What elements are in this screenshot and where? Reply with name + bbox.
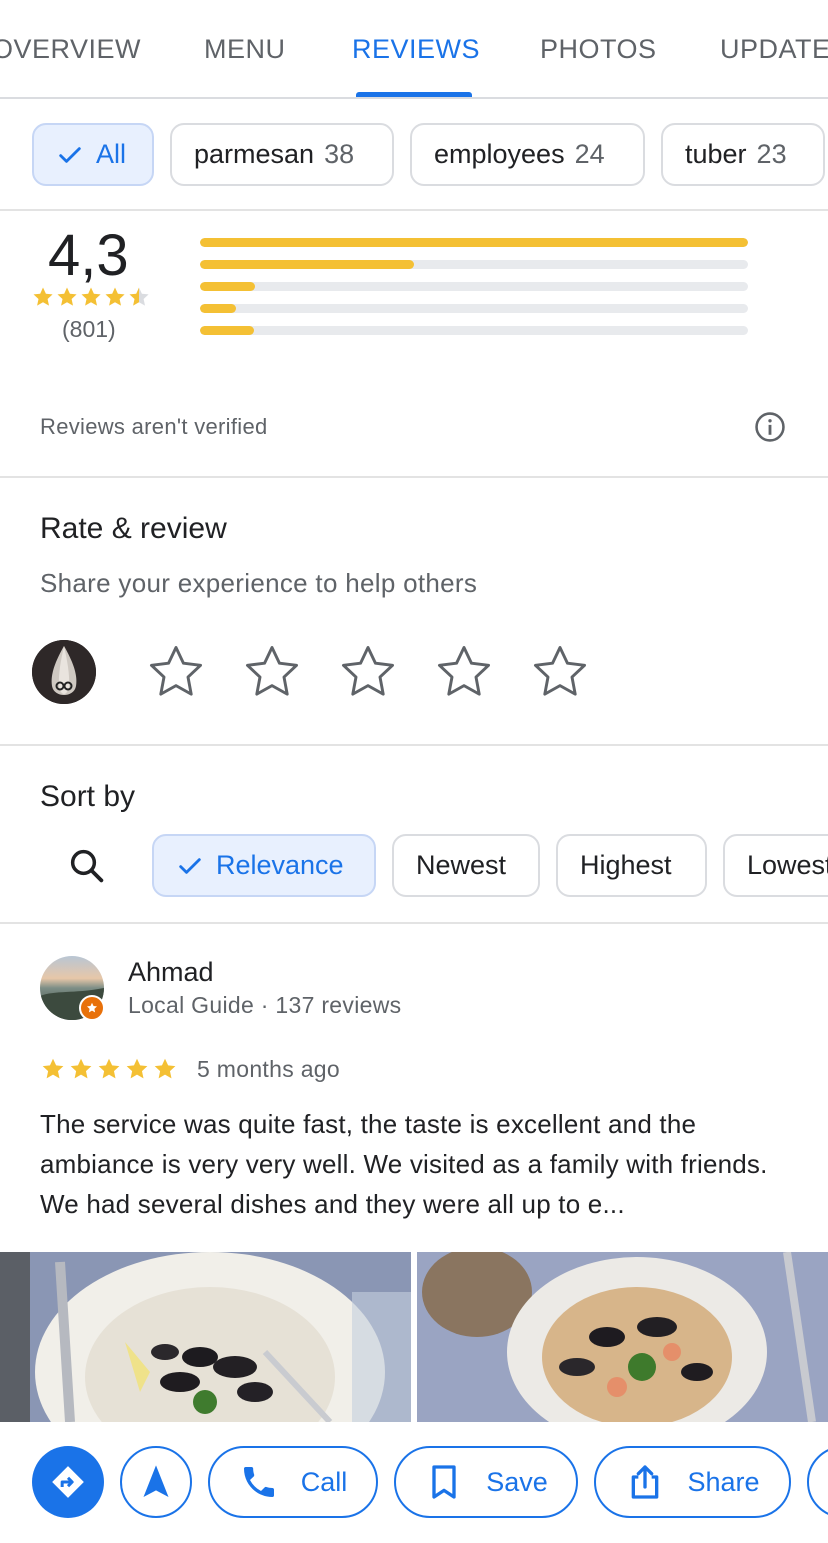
call-label: Call (300, 1466, 348, 1497)
review-date: 5 months ago (197, 1056, 340, 1082)
start-navigation-button[interactable] (120, 1446, 192, 1518)
chip-employees[interactable]: employees 24 (410, 123, 645, 186)
review-stars (40, 1056, 178, 1082)
tab-overview[interactable]: OVERVIEW (0, 34, 141, 65)
share-button[interactable]: Share (594, 1446, 791, 1518)
average-rating: 4,3 (48, 223, 129, 288)
seafood-pasta-photo (417, 1252, 828, 1422)
rating-bar-fill (200, 238, 748, 247)
info-icon[interactable] (753, 410, 787, 444)
star-icon (57, 287, 77, 306)
bookmark-icon (432, 1465, 456, 1499)
star-icon (42, 1058, 64, 1079)
rate-star-4-icon[interactable] (432, 640, 496, 704)
chip-label: Newest (416, 850, 507, 880)
star-icon (105, 287, 125, 306)
directions-icon (52, 1466, 84, 1498)
star-icon (33, 287, 53, 306)
call-button[interactable]: Call (208, 1446, 378, 1518)
phone-icon (243, 1467, 274, 1497)
tab-reviews[interactable]: REVIEWS (352, 34, 480, 65)
check-icon (179, 857, 201, 874)
sort-relevance-chip[interactable]: Relevance (152, 834, 376, 897)
star-icon (81, 287, 101, 306)
sort-title: Sort by (40, 780, 136, 813)
chip-label: Highest (580, 850, 672, 880)
sort-highest-chip[interactable]: Highest (556, 834, 707, 897)
rate-review-subtitle: Share your experience to help others (40, 568, 478, 598)
active-tab-indicator (356, 92, 472, 97)
rating-bar-fill (200, 326, 254, 335)
local-guide-badge-icon (79, 995, 105, 1021)
rating-bar-5 (200, 238, 748, 247)
rate-star-2-icon[interactable] (240, 640, 304, 704)
rating-bar-4 (200, 260, 748, 269)
reviewer-meta: Local Guide · 137 reviews (128, 992, 402, 1018)
chip-parmesan[interactable]: parmesan 38 (170, 123, 394, 186)
star-icon (154, 1058, 176, 1079)
star-icon (70, 1058, 92, 1079)
sort-chip-row: Relevance Newest Highest Lowest (0, 834, 828, 898)
chip-all[interactable]: All (32, 123, 154, 186)
tab-bar: OVERVIEW MENU REVIEWS PHOTOS UPDATES (0, 0, 828, 99)
chip-label: Relevance (216, 850, 344, 880)
tab-menu[interactable]: MENU (204, 34, 286, 65)
navigation-arrow-icon (143, 1465, 169, 1497)
share-label: Share (687, 1466, 760, 1497)
divider (0, 209, 828, 211)
chip-label: tuber (685, 139, 747, 169)
average-stars (31, 285, 151, 309)
reviewer-name[interactable]: Ahmad (128, 957, 214, 988)
divider (0, 476, 828, 478)
rating-bar-1 (200, 326, 748, 335)
review-photo-pasta[interactable] (417, 1252, 828, 1422)
check-icon (59, 146, 81, 163)
review-count: (801) (62, 316, 116, 342)
topic-chip-row: All parmesan 38 employees 24 tuber 23 (0, 123, 828, 187)
rating-bar-2 (200, 304, 748, 313)
chip-label: Lowest (747, 850, 828, 880)
unverified-notice: Reviews aren't verified (40, 414, 268, 439)
chip-label: parmesan (194, 139, 315, 169)
save-label: Save (486, 1466, 548, 1497)
save-button[interactable]: Save (394, 1446, 578, 1518)
rate-star-5-icon[interactable] (528, 640, 592, 704)
tab-updates[interactable]: UPDATES (720, 34, 828, 65)
half-star-icon (129, 287, 149, 306)
chip-label: All (96, 139, 127, 169)
sort-lowest-chip[interactable]: Lowest (723, 834, 828, 897)
rating-bar-fill (200, 282, 255, 291)
share-icon (632, 1465, 659, 1499)
rate-star-1-icon[interactable] (144, 640, 208, 704)
rate-review-title: Rate & review (40, 512, 227, 545)
chip-label: employees (434, 139, 565, 169)
star-icon (98, 1058, 120, 1079)
directions-button[interactable] (32, 1446, 104, 1518)
rate-star-3-icon[interactable] (336, 640, 400, 704)
rating-bar-fill (200, 304, 236, 313)
star-icon (126, 1058, 148, 1079)
more-actions-button[interactable] (807, 1446, 828, 1518)
action-bar: Call Save Share (0, 1422, 828, 1543)
chip-count: 24 (574, 139, 605, 169)
user-avatar-icon (32, 640, 96, 704)
review-photo-mussels[interactable] (0, 1252, 411, 1422)
chip-count: 38 (324, 139, 355, 169)
sort-newest-chip[interactable]: Newest (392, 834, 540, 897)
badge-star-icon (86, 1002, 98, 1013)
review-text[interactable]: The service was quite fast, the taste is… (40, 1104, 800, 1224)
rating-bar-fill (200, 260, 414, 269)
mussels-photo (0, 1252, 411, 1422)
avatar[interactable] (32, 640, 96, 704)
divider (0, 922, 828, 924)
divider (0, 744, 828, 746)
tab-photos[interactable]: PHOTOS (540, 34, 657, 65)
chip-tuber[interactable]: tuber 23 (661, 123, 825, 186)
rating-bar-3 (200, 282, 748, 291)
chip-count: 23 (756, 139, 787, 169)
